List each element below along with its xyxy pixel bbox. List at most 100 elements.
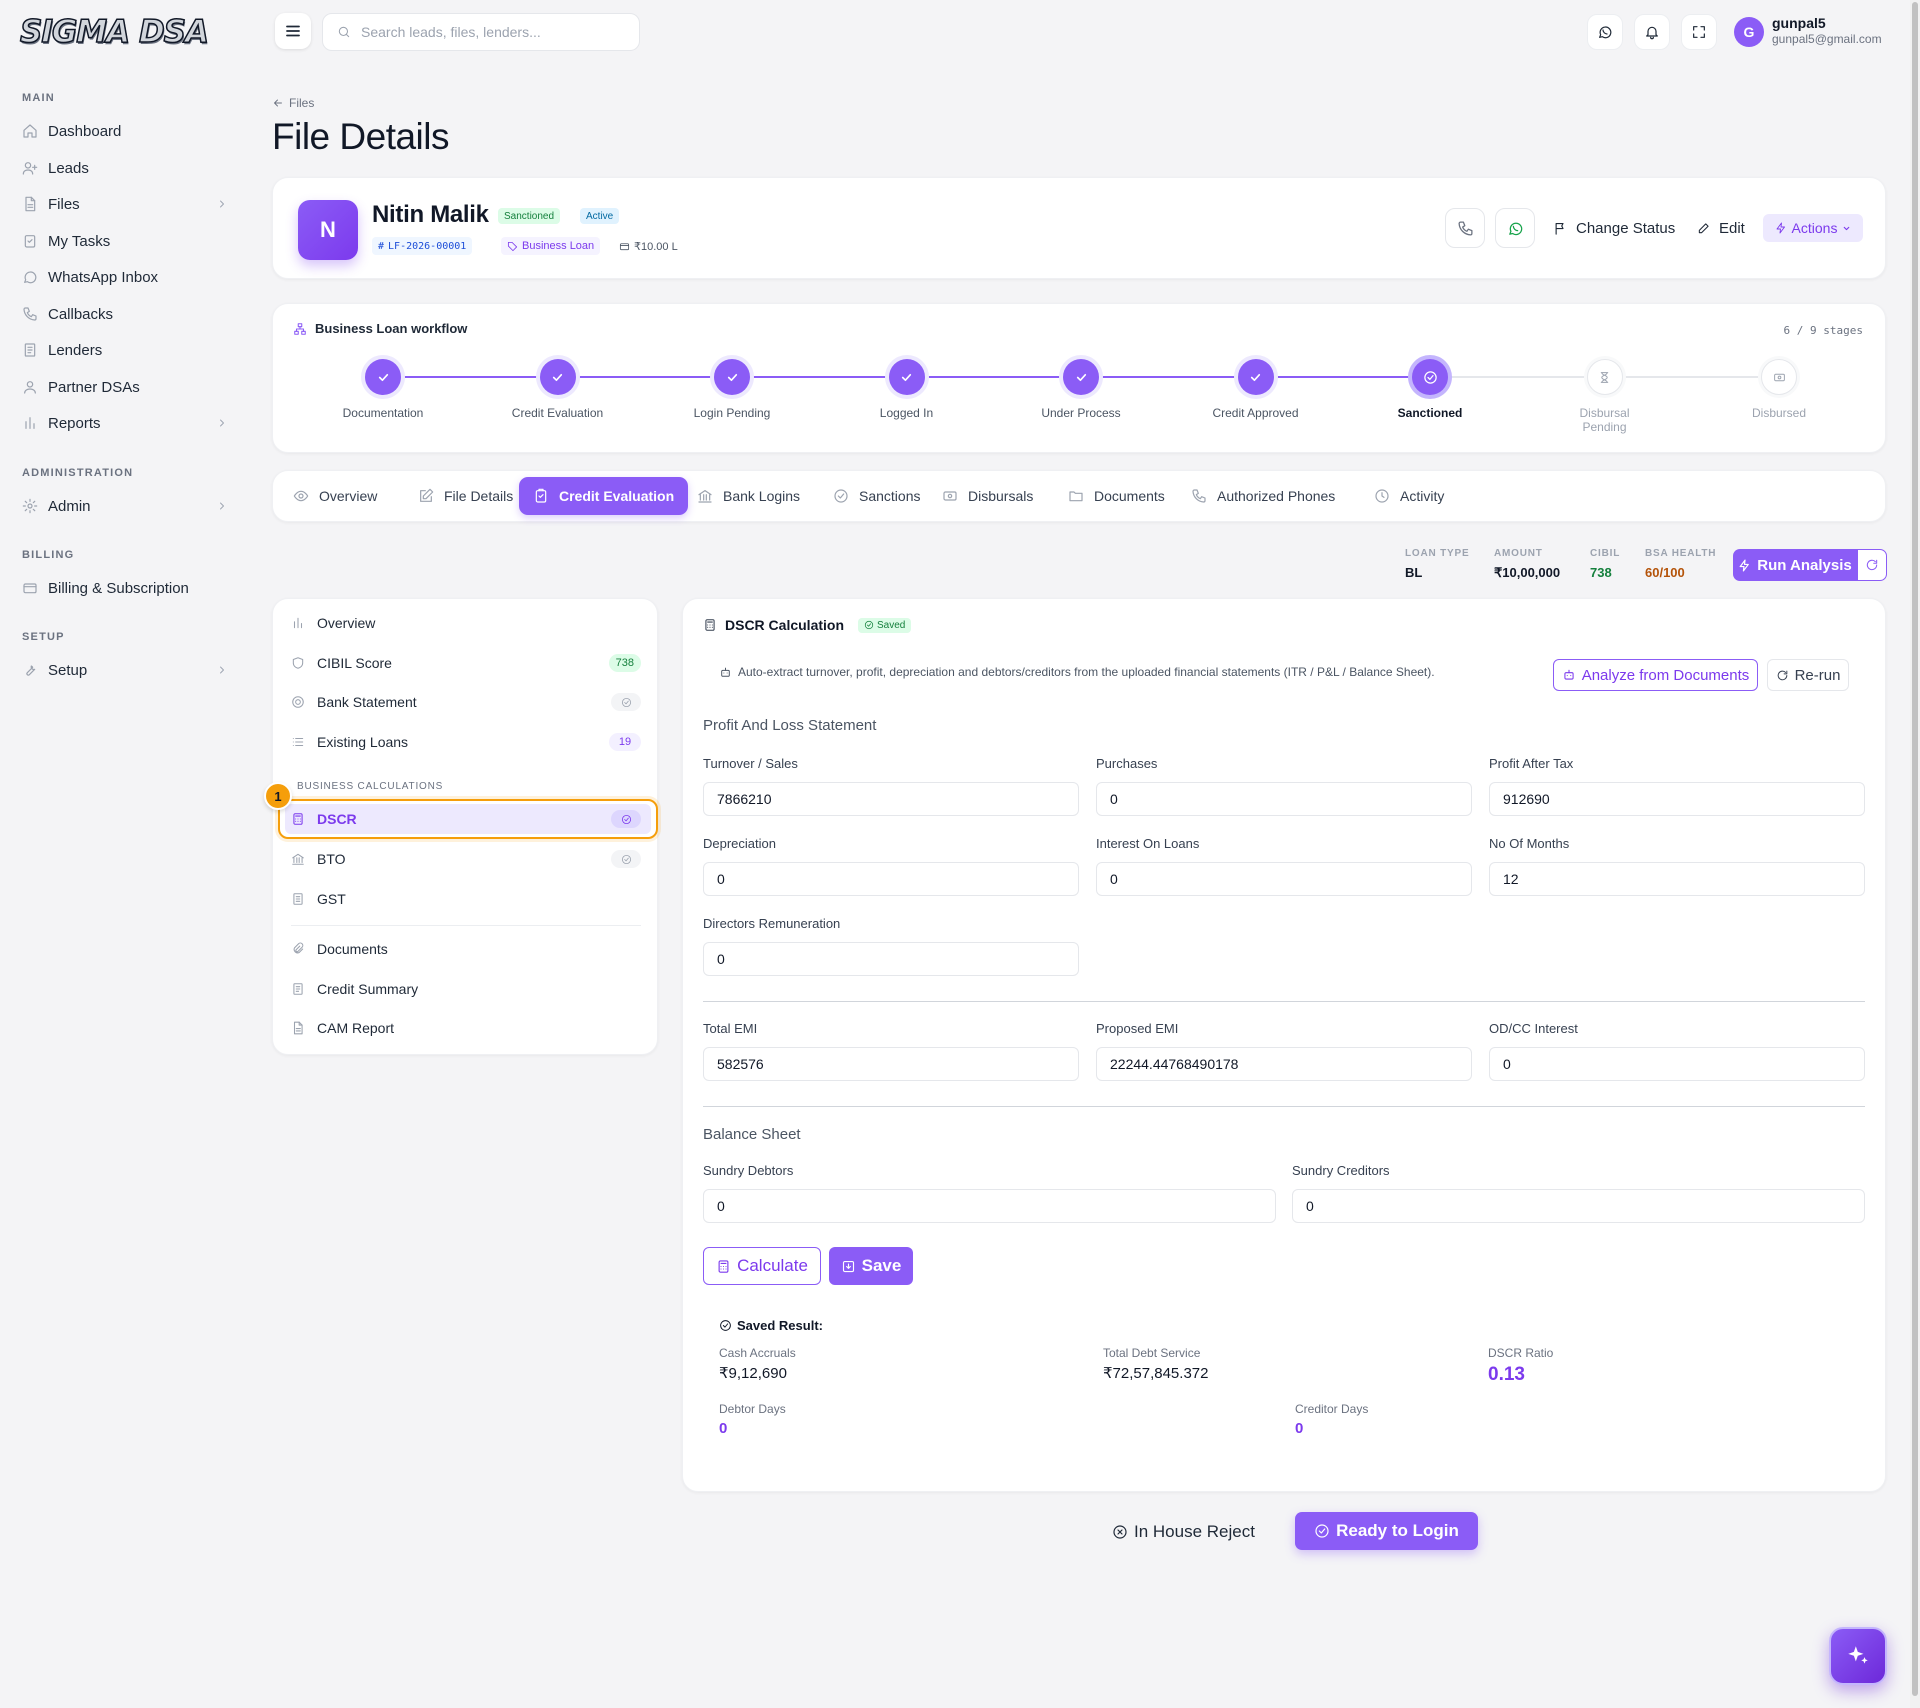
check-circle-icon bbox=[621, 697, 631, 707]
check-icon bbox=[1250, 373, 1261, 381]
credit-nav-bto[interactable]: BTO bbox=[291, 841, 641, 877]
save-button[interactable]: Save bbox=[829, 1247, 913, 1285]
total-emi-input[interactable] bbox=[703, 1047, 1079, 1081]
rerun-button[interactable]: Re-run bbox=[1767, 659, 1849, 691]
whatsapp-chat-button[interactable] bbox=[1495, 208, 1535, 248]
sidebar-item-lenders[interactable]: Lenders bbox=[22, 335, 228, 365]
no-of-months-input[interactable] bbox=[1489, 862, 1865, 896]
sidebar-item-whatsapp-inbox[interactable]: WhatsApp Inbox bbox=[22, 262, 228, 292]
credit-nav-cibil-score[interactable]: CIBIL Score 738 bbox=[291, 645, 641, 681]
phone-icon bbox=[1457, 220, 1473, 236]
search-bar[interactable] bbox=[322, 13, 640, 51]
workflow-step-credit-approved[interactable] bbox=[1237, 359, 1274, 395]
breadcrumb[interactable]: Files bbox=[272, 96, 314, 110]
tab-label: Disbursals bbox=[968, 488, 1034, 504]
tab-authorized-phones[interactable]: Authorized Phones bbox=[1177, 477, 1349, 515]
tab-file-details[interactable]: File Details bbox=[404, 477, 527, 515]
menu-toggle-button[interactable] bbox=[275, 13, 311, 49]
workflow-step-logged-in[interactable] bbox=[888, 359, 925, 395]
credit-nav-bank-statement[interactable]: Bank Statement bbox=[291, 684, 641, 720]
odcc-interest-input[interactable] bbox=[1489, 1047, 1865, 1081]
sidebar-item-label: Billing & Subscription bbox=[48, 579, 189, 597]
workflow-step-label: Disbursed bbox=[1751, 406, 1807, 420]
workflow-step-credit-evaluation[interactable] bbox=[539, 359, 576, 395]
purchases-input[interactable] bbox=[1096, 782, 1472, 816]
user-name[interactable]: gunpal5 bbox=[1772, 15, 1826, 31]
credit-nav-cam-report[interactable]: CAM Report bbox=[291, 1010, 641, 1046]
credit-nav-existing-loans[interactable]: Existing Loans 19 bbox=[291, 724, 641, 760]
credit-nav-overview[interactable]: Overview bbox=[291, 605, 641, 641]
sidebar-item-dashboard[interactable]: Dashboard bbox=[22, 116, 228, 146]
sidebar-item-billing[interactable]: Billing & Subscription bbox=[22, 573, 228, 603]
odcc-interest-label: OD/CC Interest bbox=[1489, 1021, 1578, 1036]
directors-remuneration-input[interactable] bbox=[703, 942, 1079, 976]
ready-to-login-button[interactable]: Ready to Login bbox=[1295, 1512, 1478, 1550]
tab-sanctions[interactable]: Sanctions bbox=[819, 477, 934, 515]
fullscreen-button[interactable] bbox=[1681, 14, 1717, 50]
workflow-step-login-pending[interactable] bbox=[714, 359, 750, 395]
change-status-button[interactable]: Change Status bbox=[1553, 210, 1675, 246]
credit-nav-dscr[interactable]: DSCR bbox=[291, 801, 641, 837]
user-avatar[interactable]: G bbox=[1734, 17, 1764, 47]
tab-credit-evaluation[interactable]: Credit Evaluation bbox=[519, 477, 689, 515]
whatsapp-button[interactable] bbox=[1587, 14, 1623, 50]
tab-overview[interactable]: Overview bbox=[279, 477, 391, 515]
workflow-step-under-process[interactable] bbox=[1063, 359, 1099, 395]
whatsapp-icon bbox=[1508, 222, 1522, 235]
expand-icon bbox=[1693, 26, 1705, 38]
call-button[interactable] bbox=[1445, 208, 1485, 248]
credit-nav-credit-summary[interactable]: Credit Summary bbox=[291, 971, 641, 1007]
sundry-debtors-input[interactable] bbox=[703, 1189, 1276, 1223]
file-text-icon bbox=[293, 1021, 303, 1035]
depreciation-input[interactable] bbox=[703, 862, 1079, 896]
workflow-step-documentation[interactable] bbox=[365, 359, 401, 395]
workflow-step-disbursal-pending[interactable] bbox=[1586, 359, 1623, 395]
analyze-documents-button[interactable]: Analyze from Documents bbox=[1553, 659, 1758, 691]
actions-dropdown[interactable]: Actions bbox=[1763, 214, 1863, 242]
loan-type-stat-label: LOAN TYPE bbox=[1405, 548, 1470, 559]
tab-label: File Details bbox=[444, 488, 514, 504]
depreciation-label: Depreciation bbox=[703, 836, 776, 851]
nav-section-administration: ADMINISTRATION bbox=[22, 467, 134, 479]
hourglass-icon bbox=[1600, 371, 1609, 383]
brand-logo[interactable]: SIGMA DSA bbox=[19, 13, 210, 51]
calculate-button[interactable]: Calculate bbox=[703, 1247, 821, 1285]
in-house-reject-button[interactable]: In House Reject bbox=[1112, 1514, 1255, 1550]
sidebar-item-partner-dsas[interactable]: Partner DSAs bbox=[22, 372, 228, 402]
sidebar-item-my-tasks[interactable]: My Tasks bbox=[22, 226, 228, 256]
sidebar-item-reports[interactable]: Reports bbox=[22, 408, 228, 438]
turnover-input[interactable] bbox=[703, 782, 1079, 816]
breadcrumb-files[interactable]: Files bbox=[289, 96, 314, 110]
sundry-creditors-input[interactable] bbox=[1292, 1189, 1865, 1223]
credit-nav-gst[interactable]: GST bbox=[291, 881, 641, 917]
document-icon bbox=[293, 983, 303, 995]
notifications-button[interactable] bbox=[1634, 14, 1670, 50]
sidebar-item-callbacks[interactable]: Callbacks bbox=[22, 299, 228, 329]
run-analysis-button[interactable]: Run Analysis bbox=[1733, 549, 1857, 581]
search-input[interactable] bbox=[361, 24, 621, 40]
workflow-step-sanctioned[interactable] bbox=[1412, 359, 1448, 395]
sidebar-item-files[interactable]: Files bbox=[22, 189, 228, 219]
interest-on-loans-input[interactable] bbox=[1096, 862, 1472, 896]
sidebar-item-admin[interactable]: Admin bbox=[22, 491, 228, 521]
workflow-step-label: Login Pending bbox=[693, 406, 771, 420]
sidebar-item-setup[interactable]: Setup bbox=[22, 655, 228, 685]
workflow-step-disbursed[interactable] bbox=[1761, 359, 1797, 395]
page-title: File Details bbox=[272, 116, 450, 157]
tab-activity[interactable]: Activity bbox=[1360, 477, 1458, 515]
page-scrollbar-thumb[interactable] bbox=[1912, 2, 1918, 1696]
ai-assistant-button[interactable] bbox=[1829, 1627, 1887, 1685]
tab-disbursals[interactable]: Disbursals bbox=[928, 477, 1047, 515]
proposed-emi-input[interactable] bbox=[1096, 1047, 1472, 1081]
sidebar-item-label: Leads bbox=[48, 159, 89, 177]
tab-label: Sanctions bbox=[859, 488, 921, 504]
credit-nav-documents[interactable]: Documents bbox=[291, 931, 641, 967]
tab-documents[interactable]: Documents bbox=[1054, 477, 1179, 515]
chevron-right-icon bbox=[220, 200, 224, 208]
status-check bbox=[611, 850, 641, 868]
profit-after-tax-input[interactable] bbox=[1489, 782, 1865, 816]
tab-bank-logins[interactable]: Bank Logins bbox=[683, 477, 814, 515]
edit-button[interactable]: Edit bbox=[1697, 210, 1745, 246]
sidebar-item-leads[interactable]: Leads bbox=[22, 153, 228, 183]
run-analysis-refresh-button[interactable] bbox=[1857, 549, 1887, 581]
